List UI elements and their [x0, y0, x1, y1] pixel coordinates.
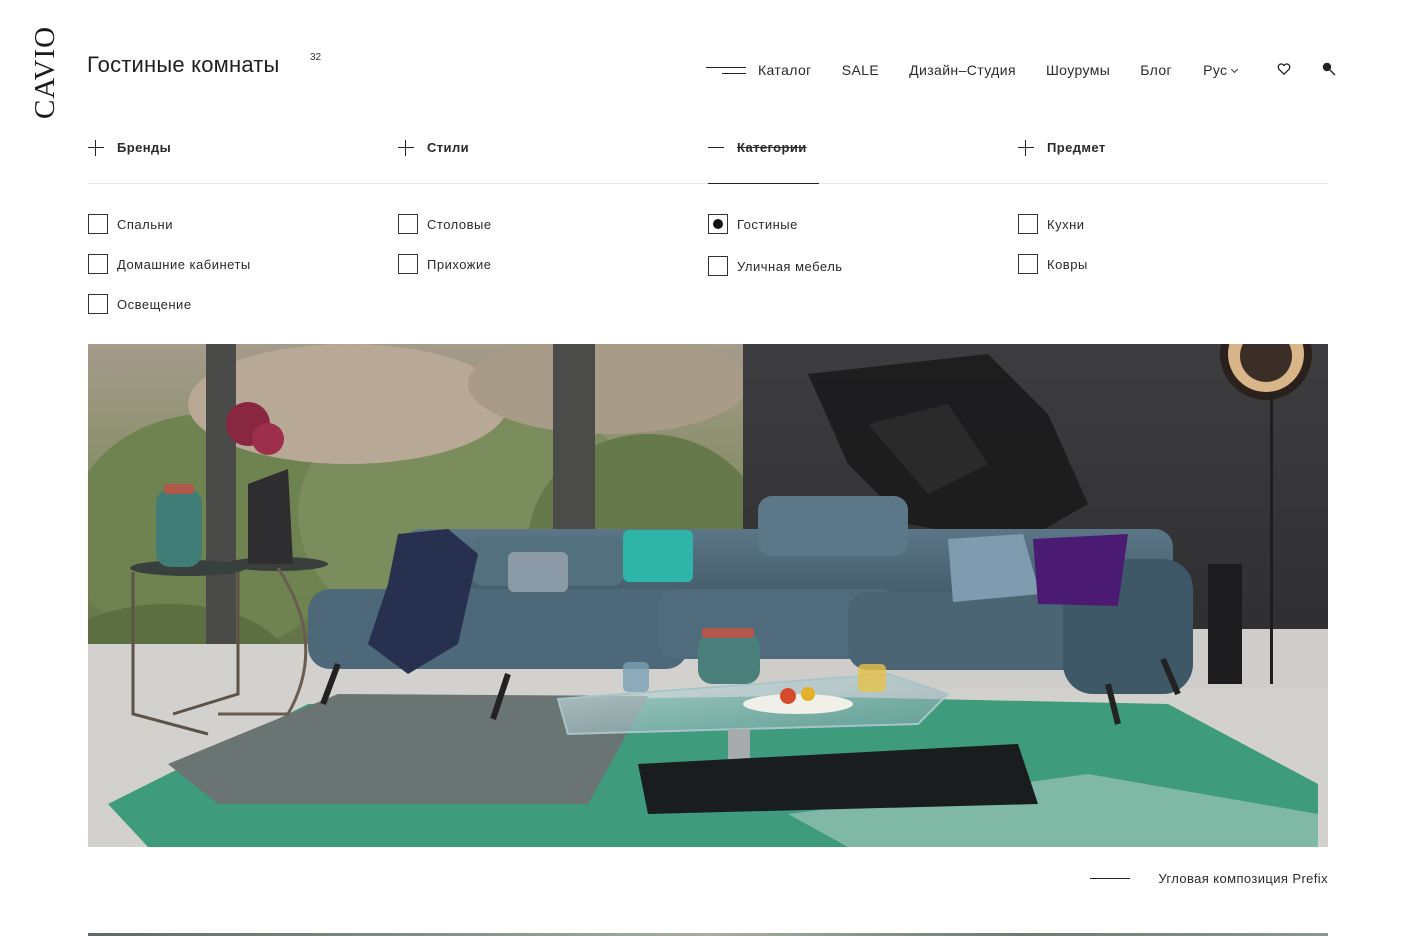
option-label: Гостиные — [737, 216, 798, 232]
checkbox-box[interactable] — [88, 214, 108, 234]
checkbox-hallways[interactable]: Прихожие — [398, 254, 491, 274]
checkbox-box[interactable] — [88, 254, 108, 274]
checkbox-box[interactable] — [88, 294, 108, 314]
tab-categories[interactable]: Категории — [708, 138, 819, 184]
tab-styles[interactable]: Стили — [398, 138, 469, 184]
menu-icon[interactable] — [706, 64, 746, 76]
checkbox-box-checked[interactable] — [708, 214, 728, 234]
tab-label: Предмет — [1047, 140, 1106, 155]
nav-sale[interactable]: SALE — [842, 62, 879, 78]
checkbox-box[interactable] — [398, 214, 418, 234]
option-label: Спальни — [117, 216, 173, 232]
option-label: Столовые — [427, 216, 492, 232]
option-label: Уличная мебель — [737, 258, 843, 274]
tab-label: Бренды — [117, 140, 172, 155]
tab-label: Стили — [427, 140, 469, 155]
tab-label: Категории — [737, 140, 807, 155]
language-selector[interactable]: Рус — [1203, 62, 1239, 78]
main-nav: Каталог SALE Дизайн–Студия Шоурумы Блог … — [706, 60, 1239, 80]
checkbox-box[interactable] — [708, 256, 728, 276]
checkbox-kitchens[interactable]: Кухни — [1018, 214, 1085, 234]
brand-logo[interactable]: CAVIO — [30, 25, 62, 118]
checkbox-box[interactable] — [398, 254, 418, 274]
language-label: Рус — [1203, 62, 1228, 78]
tab-brands[interactable]: Бренды — [88, 138, 171, 184]
checkbox-box[interactable] — [1018, 214, 1038, 234]
nav-catalog[interactable]: Каталог — [758, 62, 812, 78]
plus-icon — [88, 140, 104, 156]
nav-blog[interactable]: Блог — [1140, 62, 1172, 78]
option-label: Прихожие — [427, 256, 492, 272]
option-label: Ковры — [1047, 256, 1088, 272]
caption-text: Угловая композиция Prefix — [1158, 871, 1328, 886]
tab-subject[interactable]: Предмет — [1018, 138, 1106, 184]
checkbox-living-rooms[interactable]: Гостиные — [708, 214, 798, 234]
search-icon[interactable] — [1321, 61, 1337, 77]
page-title: Гостиные комнаты — [87, 52, 280, 77]
plus-icon — [398, 140, 414, 156]
product-count-badge: 32 — [310, 52, 322, 63]
image-caption[interactable]: Угловая композиция Prefix — [1090, 871, 1328, 886]
checkbox-dining-rooms[interactable]: Столовые — [398, 214, 492, 234]
option-label: Освещение — [117, 296, 192, 312]
nav-showrooms[interactable]: Шоурумы — [1046, 62, 1110, 78]
living-room-scene — [88, 344, 1328, 847]
caption-dash — [1090, 878, 1131, 879]
checkbox-bedrooms[interactable]: Спальни — [88, 214, 173, 234]
nav-design-studio[interactable]: Дизайн–Студия — [909, 62, 1016, 78]
filter-tabs: Бренды Стили Категории Предмет — [88, 138, 1328, 184]
checkbox-outdoor-furniture[interactable]: Уличная мебель — [708, 256, 843, 276]
plus-icon — [1018, 140, 1034, 156]
option-label: Домашние кабинеты — [117, 256, 251, 272]
hero-image[interactable] — [88, 344, 1328, 847]
checkbox-home-offices[interactable]: Домашние кабинеты — [88, 254, 251, 274]
logo-text: CAVIO — [29, 25, 62, 119]
chevron-down-icon — [1231, 65, 1239, 74]
heart-icon[interactable] — [1277, 62, 1291, 76]
option-label: Кухни — [1047, 216, 1085, 232]
checkbox-rugs[interactable]: Ковры — [1018, 254, 1088, 274]
minus-icon — [708, 140, 724, 156]
checkbox-lighting[interactable]: Освещение — [88, 294, 192, 314]
checkbox-box[interactable] — [1018, 254, 1038, 274]
